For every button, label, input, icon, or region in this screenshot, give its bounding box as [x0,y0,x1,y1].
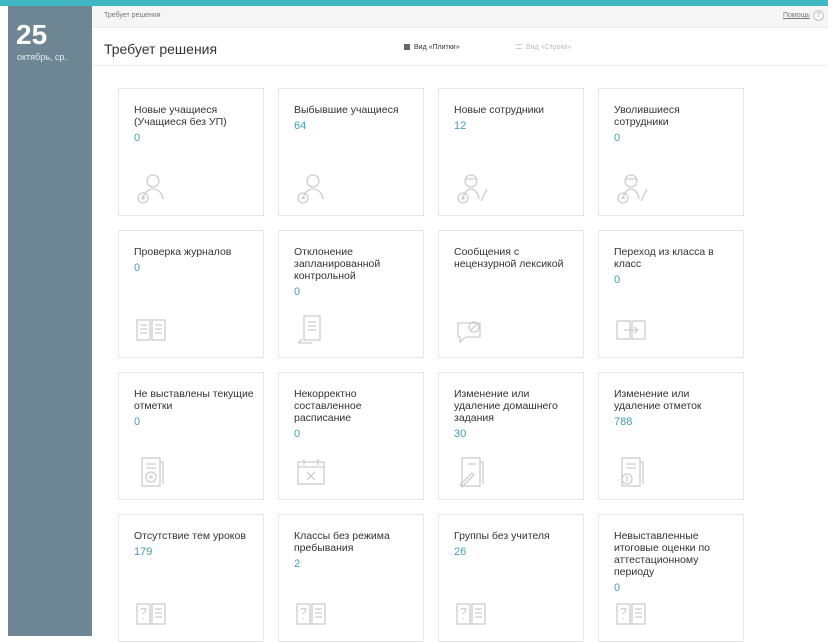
view-rows-label: Вид «Строки» [526,44,572,51]
breadcrumb: Требует решения [104,12,161,19]
tile-text: Некорректно составленное расписание 0 [294,388,414,440]
tile-text: Проверка журналов 0 [134,246,254,274]
tile-title: Уволившиеся сотрудники [614,104,680,128]
tile-card[interactable]: Не выставлены текущие отметки 0 [118,372,264,500]
class-transfer-icon [614,313,648,347]
tile-text: Изменение или удаление домашнего задания… [454,388,574,440]
book-question-icon [454,597,488,631]
marks-missing-icon [134,455,168,489]
tile-title: Новые учащиеся (Учащиеся без УП) [134,104,227,128]
help-icon[interactable]: ? [813,10,824,21]
tile-text: Новые сотрудники 12 [454,104,574,132]
tile-count: 0 [294,428,301,440]
tile-card[interactable]: Уволившиеся сотрудники 0 [598,88,744,216]
tile-title: Выбывшие учащиеся [294,104,399,116]
tile-card[interactable]: Новые сотрудники 12 [438,88,584,216]
breadcrumb-bar: Требует решения Помощь ? [92,6,828,28]
sidebar: 25 октябрь, ср. [8,6,92,636]
title-bar: Требует решения Вид «Плитки» Вид «Строки… [92,28,828,66]
tile-card[interactable]: Изменение или удаление отметок 788 [598,372,744,500]
tile-title: Переход из класса в класс [614,246,714,270]
tile-title: Сообщения с нецензурной лексикой [454,246,564,270]
tile-text: Изменение или удаление отметок 788 [614,388,734,428]
help-link[interactable]: Помощь [783,12,810,19]
tile-count: 0 [614,132,621,144]
document-return-icon [294,313,328,347]
tile-card[interactable]: Новые учащиеся (Учащиеся без УП) 0 [118,88,264,216]
employee-add-icon [454,171,488,205]
tile-text: Не выставлены текущие отметки 0 [134,388,254,428]
tile-count: 2 [294,558,301,570]
tile-title: Отсутствие тем уроков [134,530,246,542]
tile-text: Сообщения с нецензурной лексикой [454,246,574,274]
tile-card[interactable]: Группы без учителя 26 [438,514,584,642]
tile-count: 0 [614,274,621,286]
tile-count: 179 [134,546,153,558]
tile-card[interactable]: Некорректно составленное расписание 0 [278,372,424,500]
tile-count: 0 [134,262,141,274]
tiles-icon [404,44,410,50]
marks-edit-icon [614,455,648,489]
journal-icon [134,313,168,347]
date-subtitle: октябрь, ср. [17,52,67,62]
tile-card[interactable]: Переход из класса в класс 0 [598,230,744,358]
tile-card[interactable]: Классы без режима пребывания 2 [278,514,424,642]
homework-edit-icon [454,455,488,489]
tile-count: 0 [614,582,621,594]
view-tiles-button[interactable]: Вид «Плитки» [404,44,460,51]
tile-card[interactable]: Выбывшие учащиеся 64 [278,88,424,216]
tile-text: Новые учащиеся (Учащиеся без УП) 0 [134,104,254,144]
tile-count: 0 [134,416,141,428]
student-remove-icon [294,171,328,205]
tile-text: Группы без учителя 26 [454,530,574,558]
employee-remove-icon [614,171,648,205]
student-add-icon [134,171,168,205]
tile-count: 30 [454,428,467,440]
tile-card[interactable]: Отклонение запланированной контрольной 0 [278,230,424,358]
tile-title: Не выставлены текущие отметки [134,388,254,412]
tile-title: Группы без учителя [454,530,550,542]
rows-icon [516,44,522,49]
tile-card[interactable]: Изменение или удаление домашнего задания… [438,372,584,500]
tile-title: Новые сотрудники [454,104,544,116]
tile-text: Невыставленные итоговые оценки по аттест… [614,530,734,594]
tile-card[interactable]: Проверка журналов 0 [118,230,264,358]
book-question-icon [134,597,168,631]
tile-count: 12 [454,120,467,132]
page-title: Требует решения [104,41,218,57]
tile-title: Некорректно составленное расписание [294,388,362,424]
view-tiles-label: Вид «Плитки» [414,44,460,51]
message-blocked-icon [454,313,488,347]
book-question-icon [614,597,648,631]
tile-count: 0 [294,286,301,298]
tile-count: 26 [454,546,467,558]
tile-text: Переход из класса в класс 0 [614,246,734,286]
tile-text: Отсутствие тем уроков 179 [134,530,254,558]
tile-title: Проверка журналов [134,246,232,258]
tile-card[interactable]: Невыставленные итоговые оценки по аттест… [598,514,744,642]
tile-text: Уволившиеся сотрудники 0 [614,104,734,144]
book-question-icon [294,597,328,631]
tile-card[interactable]: Сообщения с нецензурной лексикой [438,230,584,358]
tile-card[interactable]: Отсутствие тем уроков 179 [118,514,264,642]
calendar-error-icon [294,455,328,489]
tile-title: Невыставленные итоговые оценки по аттест… [614,530,710,578]
tile-title: Отклонение запланированной контрольной [294,246,381,282]
tile-title: Классы без режима пребывания [294,530,390,554]
main-content: Требует решения Помощь ? Требует решения… [92,6,828,642]
tile-text: Классы без режима пребывания 2 [294,530,414,570]
tile-title: Изменение или удаление отметок [614,388,702,412]
view-rows-button[interactable]: Вид «Строки» [516,44,571,51]
tile-title: Изменение или удаление домашнего задания [454,388,558,424]
tile-count: 788 [614,416,633,428]
tile-count: 64 [294,120,307,132]
tile-text: Выбывшие учащиеся 64 [294,104,414,132]
tile-text: Отклонение запланированной контрольной 0 [294,246,414,298]
tile-count: 0 [134,132,141,144]
date-day: 25 [16,19,48,50]
